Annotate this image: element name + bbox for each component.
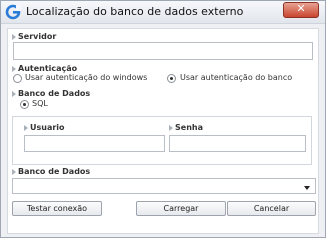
collapse-triangle-icon — [12, 91, 16, 97]
collapse-triangle-icon — [12, 34, 16, 40]
senha-input[interactable] — [169, 135, 306, 152]
title-bar[interactable]: Localização do banco de dados externo ✕ — [1, 1, 325, 24]
usuario-label: Usuario — [30, 123, 65, 132]
collapse-triangle-icon — [12, 66, 16, 72]
collapse-triangle-icon — [12, 169, 16, 175]
close-icon: ✕ — [296, 2, 306, 15]
servidor-label: Servidor — [18, 32, 57, 41]
cancel-button[interactable]: Cancelar — [227, 201, 316, 216]
usuario-input[interactable] — [24, 135, 165, 152]
radio-autenticacao-windows[interactable] — [13, 74, 22, 83]
load-button[interactable]: Carregar — [136, 201, 226, 216]
radio-sql[interactable] — [20, 100, 29, 109]
banco-tipo-label: Banco de Dados — [18, 89, 91, 98]
credentials-group: Usuario Senha — [12, 116, 312, 165]
collapse-triangle-icon — [24, 125, 28, 131]
close-button[interactable]: ✕ — [283, 2, 319, 18]
radio-autenticacao-banco-label[interactable]: Usar autenticação do banco — [180, 73, 292, 82]
app-logo-icon — [5, 4, 21, 20]
senha-label: Senha — [175, 123, 203, 132]
radio-autenticacao-windows-label[interactable]: Usar autenticação do windows — [25, 73, 147, 82]
collapse-triangle-icon — [169, 125, 173, 131]
radio-autenticacao-banco[interactable] — [167, 74, 176, 83]
autenticacao-label: Autenticação — [18, 64, 78, 73]
servidor-input[interactable] — [13, 42, 313, 60]
banco-select-dropdown[interactable] — [12, 178, 316, 194]
banco-select-label: Banco de Dados — [18, 167, 91, 176]
dropdown-arrow-icon[interactable] — [304, 186, 310, 190]
dialog-window: Localização do banco de dados externo ✕ … — [0, 0, 326, 238]
window-title: Localização do banco de dados externo — [26, 5, 244, 18]
radio-sql-label[interactable]: SQL — [32, 99, 48, 108]
test-connection-button[interactable]: Testar conexão — [12, 201, 102, 216]
